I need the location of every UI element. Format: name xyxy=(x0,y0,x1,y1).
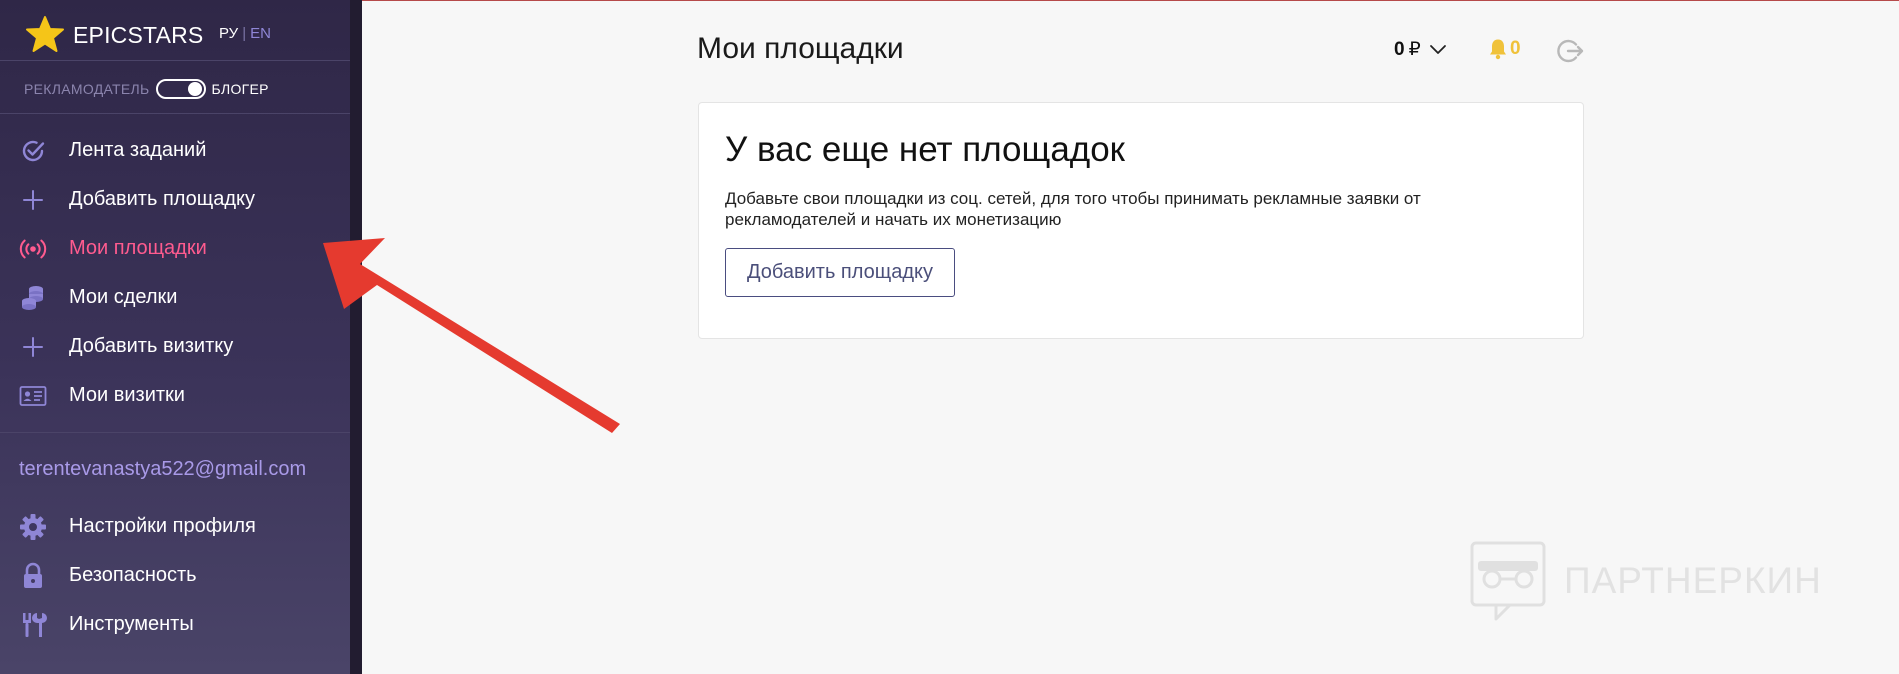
sidebar-item-label: Добавить визитку xyxy=(69,335,234,357)
logout-icon xyxy=(1557,39,1584,63)
brand-name: EPICSTARS xyxy=(73,21,204,48)
user-email: terentevanastya522@gmail.com xyxy=(19,458,307,480)
check-circle-icon xyxy=(19,137,47,165)
lang-ru[interactable]: РУ xyxy=(219,25,238,42)
role-advertiser-label[interactable]: РЕКЛАМОДАТЕЛЬ xyxy=(24,81,150,97)
lang-separator: | xyxy=(242,25,247,42)
balance-dropdown[interactable]: 0 ₽ xyxy=(1394,38,1447,61)
empty-state-card: У вас еще нет площадок Добавьте свои пло… xyxy=(698,102,1584,339)
watermark: ПАРТНЕРКИН xyxy=(1470,541,1822,621)
sidebar-item-tools[interactable]: Инструменты xyxy=(0,600,350,649)
toggle-knob xyxy=(187,82,202,96)
chevron-down-icon xyxy=(1429,44,1446,54)
lang-en[interactable]: EN xyxy=(250,25,271,42)
page-title: Мои площадки xyxy=(697,32,904,65)
sidebar-item-my-platforms[interactable]: Мои площадки xyxy=(0,224,350,273)
sidebar-item-profile-settings[interactable]: Настройки профиля xyxy=(0,502,350,551)
coins-icon xyxy=(19,284,47,312)
bell-icon xyxy=(1490,39,1506,60)
divider xyxy=(0,60,350,61)
plus-icon xyxy=(19,186,47,214)
balance-value: 0 xyxy=(1394,38,1405,60)
brand-logo[interactable]: EPICSTARS xyxy=(25,14,203,56)
role-toggle[interactable] xyxy=(155,79,206,99)
add-platform-button[interactable]: Добавить площадку xyxy=(725,248,955,297)
sidebar-item-label: Безопасность xyxy=(69,564,197,586)
sidebar-edge xyxy=(350,0,362,674)
sidebar-item-add-card[interactable]: Добавить визитку xyxy=(0,322,350,371)
sidebar-item-label: Мои площадки xyxy=(69,237,207,259)
language-switcher: РУ | EN xyxy=(219,25,271,42)
sidebar-item-security[interactable]: Безопасность xyxy=(0,551,350,600)
role-blogger-label[interactable]: БЛОГЕР xyxy=(212,81,269,97)
role-switcher: РЕКЛАМОДАТЕЛЬ БЛОГЕР xyxy=(24,77,269,101)
account-menu: Настройки профиля Безопасность Инструмен… xyxy=(0,502,350,649)
sidebar-item-label: Мои визитки xyxy=(69,384,185,406)
sidebar-item-my-cards[interactable]: Мои визитки xyxy=(0,371,350,420)
empty-state-text: Добавьте свои площадки из соц. сетей, дл… xyxy=(725,189,1421,229)
divider xyxy=(0,113,350,114)
sidebar-item-label: Инструменты xyxy=(69,613,194,635)
empty-state-title: У вас еще нет площадок xyxy=(725,130,1125,169)
logout-button[interactable] xyxy=(1555,36,1585,71)
sidebar-item-label: Добавить площадку xyxy=(69,188,256,210)
tools-icon xyxy=(19,611,47,639)
sidebar-item-tasks-feed[interactable]: Лента заданий xyxy=(0,126,350,175)
divider xyxy=(0,432,350,433)
watermark-text: ПАРТНЕРКИН xyxy=(1564,560,1822,601)
lock-icon xyxy=(19,562,47,590)
balance-currency: ₽ xyxy=(1408,39,1421,60)
main-menu: Лента заданий Добавить площадку Мои площ… xyxy=(0,126,350,420)
sidebar-item-label: Настройки профиля xyxy=(69,515,256,537)
sidebar-item-label: Мои сделки xyxy=(69,286,178,308)
sidebar-item-add-platform[interactable]: Добавить площадку xyxy=(0,175,350,224)
watermark-logo-icon xyxy=(1470,541,1546,621)
sidebar-item-my-deals[interactable]: Мои сделки xyxy=(0,273,350,322)
id-card-icon xyxy=(19,382,47,410)
notifications[interactable]: 0 xyxy=(1488,38,1521,60)
notification-count: 0 xyxy=(1510,38,1521,59)
broadcast-icon xyxy=(19,235,47,263)
star-logo-icon xyxy=(26,16,64,52)
sidebar-item-label: Лента заданий xyxy=(69,139,207,161)
sidebar: EPICSTARS РУ | EN РЕКЛАМОДАТЕЛЬ БЛОГЕР Л… xyxy=(0,0,350,674)
plus-icon xyxy=(19,333,47,361)
gear-icon xyxy=(19,513,47,541)
